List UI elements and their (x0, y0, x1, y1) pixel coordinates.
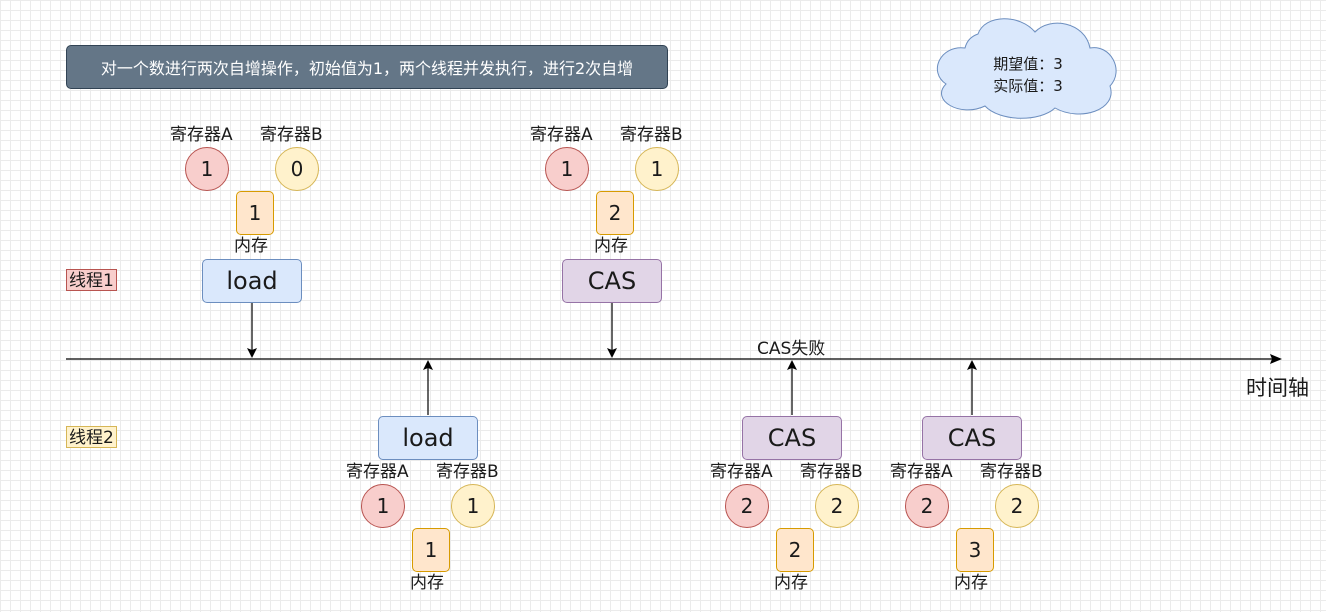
register-b-label: 寄存器B (980, 462, 1043, 482)
cas-fail-label: CAS失败 (757, 339, 826, 359)
register-a-value: 1 (185, 147, 229, 191)
cas-op-box: CAS (742, 416, 842, 460)
load-op-box: load (378, 416, 478, 460)
memory-label: 内存 (954, 573, 988, 593)
register-b-label: 寄存器B (436, 462, 499, 482)
register-b-value: 0 (275, 147, 319, 191)
memory-value: 2 (776, 528, 814, 572)
expected-value: 期望值：3 (993, 55, 1063, 73)
register-a-label: 寄存器A (890, 462, 953, 482)
memory-label: 内存 (774, 573, 808, 593)
memory-value: 1 (412, 528, 450, 572)
register-a-value: 1 (361, 484, 405, 528)
register-a-label: 寄存器A (346, 462, 409, 482)
cas-op-box: CAS (922, 416, 1022, 460)
register-b-value: 2 (995, 484, 1039, 528)
register-b-label: 寄存器B (620, 125, 683, 145)
register-a-label: 寄存器A (710, 462, 773, 482)
diagram-title: 对一个数进行两次自增操作，初始值为1，两个线程并发执行，进行2次自增 (66, 45, 668, 89)
register-a-value: 1 (545, 147, 589, 191)
diagram-lines (66, 18, 1282, 415)
memory-label: 内存 (410, 573, 444, 593)
memory-label: 内存 (594, 236, 628, 256)
register-a-value: 2 (725, 484, 769, 528)
cas-op-box: CAS (562, 259, 662, 303)
register-b-value: 2 (815, 484, 859, 528)
time-axis-label: 时间轴 (1246, 376, 1309, 400)
memory-value: 1 (236, 191, 274, 235)
thread-1-label: 线程1 (66, 269, 117, 291)
register-b-label: 寄存器B (260, 125, 323, 145)
memory-value: 2 (596, 191, 634, 235)
register-b-value: 1 (635, 147, 679, 191)
load-op-box: load (202, 259, 302, 303)
memory-label: 内存 (234, 236, 268, 256)
result-cloud: 期望值：3 实际值：3 (940, 40, 1116, 110)
register-b-value: 1 (451, 484, 495, 528)
register-a-label: 寄存器A (170, 125, 233, 145)
actual-value: 实际值：3 (993, 77, 1063, 95)
register-b-label: 寄存器B (800, 462, 863, 482)
register-a-label: 寄存器A (530, 125, 593, 145)
memory-value: 3 (956, 528, 994, 572)
register-a-value: 2 (905, 484, 949, 528)
thread-2-label: 线程2 (66, 426, 117, 448)
